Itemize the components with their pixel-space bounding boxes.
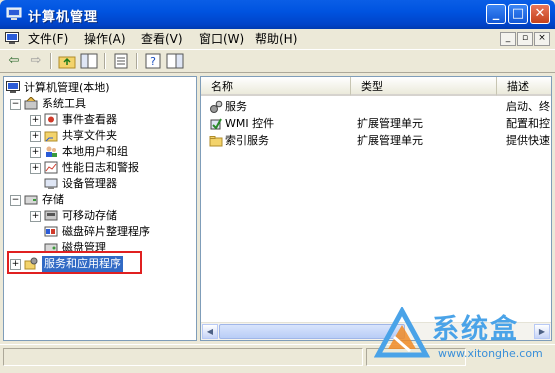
expand-icon[interactable]: + (30, 163, 41, 174)
help-icon[interactable]: ? (144, 53, 162, 69)
console-tree[interactable]: 计算机管理(本地) − 系统工具 + 事件查看器 + 共享文件夹 + 本地用户和… (3, 76, 197, 341)
removable-storage-icon (44, 210, 58, 221)
gears-icon (210, 100, 223, 113)
svg-text:?: ? (150, 55, 156, 68)
mdi-minimize-button[interactable]: _ (500, 32, 516, 46)
collapse-icon[interactable]: − (10, 99, 21, 110)
device-manager-icon (44, 178, 58, 189)
wmi-icon (210, 118, 222, 130)
mdi-close-button[interactable]: × (534, 32, 550, 46)
performance-icon (44, 161, 58, 174)
event-viewer-icon (44, 113, 58, 126)
menu-bar: 文件(F) 操作(A) 查看(V) 窗口(W) 帮助(H) _ ▫ × (0, 29, 555, 49)
up-folder-icon[interactable] (58, 53, 76, 69)
tree-label: 可移动存储 (62, 209, 117, 222)
computer-management-icon (6, 7, 22, 20)
list-item-description: 提供快速 (506, 134, 550, 147)
defrag-icon (44, 226, 58, 237)
list-item-name: 索引服务 (225, 134, 269, 147)
toolbar: ⇦ ⇨ ? (0, 49, 555, 73)
maximize-button[interactable]: □ (508, 4, 528, 24)
list-item-type: 扩展管理单元 (357, 117, 423, 130)
title-bar[interactable]: 计算机管理 _ □ ✕ (0, 0, 555, 29)
export-list-icon[interactable] (112, 53, 130, 69)
menu-view[interactable]: 查看(V) (141, 31, 183, 47)
expand-icon[interactable]: + (30, 131, 41, 142)
show-tree-icon[interactable] (80, 53, 98, 69)
details-list[interactable]: 名称 类型 描述 服务 启动、终 WMI 控件 扩展管理单元 配置和控 索引服务… (200, 76, 552, 341)
minimize-button[interactable]: _ (486, 4, 506, 24)
folder-icon (209, 136, 223, 147)
expand-icon[interactable]: + (30, 147, 41, 158)
collapse-icon[interactable]: − (10, 195, 21, 206)
expand-icon[interactable]: + (30, 211, 41, 222)
expand-icon[interactable]: + (30, 115, 41, 126)
column-header-type[interactable]: 类型 (351, 77, 497, 96)
status-cell (3, 348, 363, 366)
list-item-name: WMI 控件 (225, 117, 275, 130)
triangle-logo-icon (374, 307, 430, 358)
watermark-text: 系统盒 (432, 314, 519, 345)
scroll-left-icon[interactable]: ◀ (202, 324, 218, 339)
tree-label: 存储 (42, 193, 64, 206)
menu-file[interactable]: 文件(F) (28, 31, 68, 47)
watermark-logo: 系统盒 www.xitonghe.com (370, 305, 552, 367)
tools-icon (24, 97, 38, 110)
tree-label: 计算机管理(本地) (24, 81, 110, 94)
list-item-description: 配置和控 (506, 117, 550, 130)
tree-label: 设备管理器 (62, 177, 117, 190)
tree-label: 事件查看器 (62, 113, 117, 126)
tree-label: 共享文件夹 (62, 129, 117, 142)
tree-label: 系统工具 (42, 97, 86, 110)
menu-help[interactable]: 帮助(H) (255, 31, 297, 47)
computer-icon (6, 81, 20, 93)
shared-folder-icon (44, 131, 58, 142)
storage-icon (24, 195, 38, 205)
watermark-url: www.xitonghe.com (438, 347, 543, 360)
mdi-restore-button[interactable]: ▫ (517, 32, 533, 46)
list-item-description: 启动、终 (506, 100, 550, 113)
back-arrow-icon[interactable]: ⇦ (4, 52, 24, 70)
list-item-type: 扩展管理单元 (357, 134, 423, 147)
window-title: 计算机管理 (28, 10, 99, 25)
tree-label: 性能日志和警报 (62, 161, 139, 174)
tree-label: 本地用户和组 (62, 145, 128, 158)
red-highlight-box (7, 251, 142, 274)
column-header-description[interactable]: 描述 (497, 77, 551, 96)
list-item[interactable]: 服务 启动、终 (207, 99, 551, 115)
forward-arrow-icon[interactable]: ⇨ (26, 52, 46, 70)
menu-window[interactable]: 窗口(W) (199, 31, 244, 47)
list-item[interactable]: 索引服务 扩展管理单元 提供快速 (207, 133, 551, 149)
close-button[interactable]: ✕ (530, 4, 550, 24)
show-hide-action-pane-icon[interactable] (166, 53, 184, 69)
list-item-name: 服务 (225, 100, 247, 113)
list-item[interactable]: WMI 控件 扩展管理单元 配置和控 (207, 116, 551, 132)
mmc-console-icon[interactable] (5, 32, 19, 45)
column-header-name[interactable]: 名称 (201, 77, 351, 96)
users-icon (46, 146, 57, 157)
menu-action[interactable]: 操作(A) (84, 31, 126, 47)
tree-label: 磁盘碎片整理程序 (62, 225, 150, 238)
